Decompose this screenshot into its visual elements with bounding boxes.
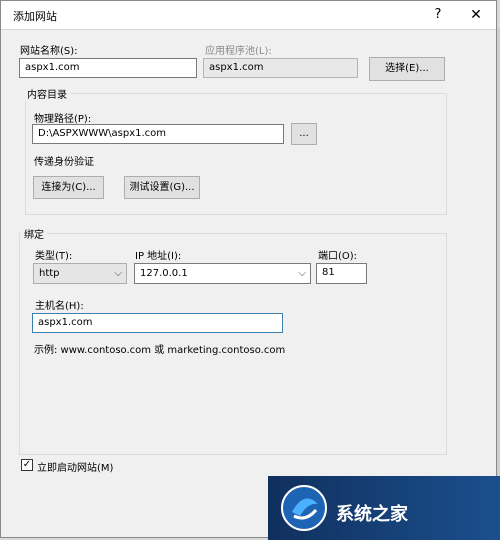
ip-address-value: 127.0.0.1	[140, 268, 188, 279]
type-value: http	[39, 268, 60, 279]
add-website-dialog: 添加网站 ? ✕ 网站名称(S): aspx1.com 应用程序池(L): as…	[0, 0, 497, 538]
port-label: 端口(O):	[318, 251, 358, 262]
watermark: 系统之家	[268, 476, 500, 540]
logo-icon	[281, 485, 327, 531]
content-directory-title: 内容目录	[24, 86, 70, 101]
type-label: 类型(T):	[35, 251, 73, 262]
start-now-checkbox[interactable]: ✓	[21, 459, 33, 471]
port-input[interactable]: 81	[316, 263, 367, 284]
pass-through-auth-label: 传递身份验证	[34, 157, 94, 168]
chevron-down-icon: ⌵	[298, 268, 306, 279]
binding-title: 绑定	[21, 226, 47, 241]
app-pool-field: aspx1.com	[203, 58, 358, 78]
dialog-title: 添加网站	[13, 10, 57, 23]
start-now-label: 立即启动网站(M)	[37, 463, 114, 474]
question-icon: ?	[434, 7, 442, 22]
chevron-down-icon: ⌵	[114, 268, 122, 279]
app-pool-label: 应用程序池(L):	[205, 46, 272, 57]
connect-as-button[interactable]: 连接为(C)...	[33, 176, 104, 199]
host-name-label: 主机名(H):	[35, 301, 84, 312]
ip-address-label: IP 地址(I):	[135, 251, 182, 262]
host-name-input[interactable]: aspx1.com	[32, 313, 283, 333]
example-hint: 示例: www.contoso.com 或 marketing.contoso.…	[34, 345, 286, 356]
physical-path-label: 物理路径(P):	[34, 114, 92, 125]
ip-address-select[interactable]: 127.0.0.1 ⌵	[134, 263, 311, 284]
physical-path-input[interactable]: D:\ASPXWWW\aspx1.com	[32, 124, 284, 144]
select-app-pool-button[interactable]: 选择(E)...	[369, 57, 445, 81]
type-select[interactable]: http ⌵	[33, 263, 127, 284]
browse-path-button[interactable]: ...	[291, 123, 317, 145]
close-icon: ✕	[470, 7, 482, 23]
test-settings-button[interactable]: 测试设置(G)...	[124, 176, 200, 199]
site-name-label: 网站名称(S):	[20, 46, 78, 57]
close-button[interactable]: ✕	[465, 5, 487, 25]
site-name-input[interactable]: aspx1.com	[19, 58, 197, 78]
watermark-text: 系统之家	[336, 504, 408, 525]
help-button[interactable]: ?	[427, 5, 449, 25]
title-bar: 添加网站 ? ✕	[1, 1, 496, 30]
